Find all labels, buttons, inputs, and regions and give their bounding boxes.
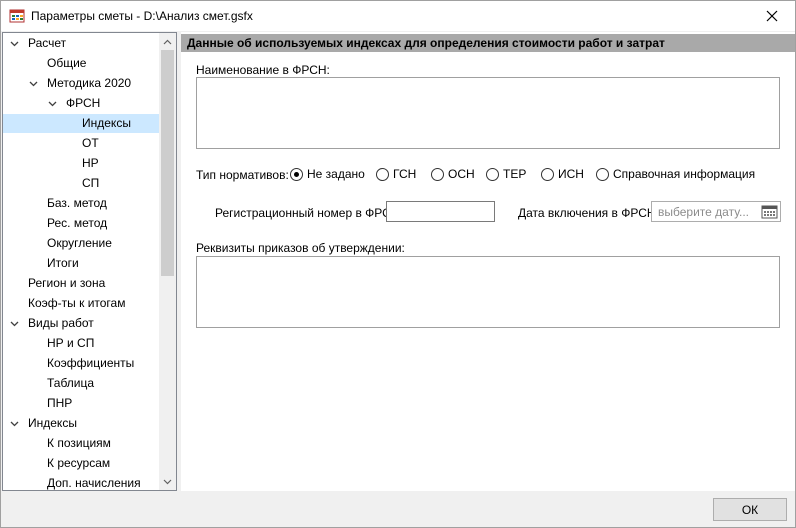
- requisites-field[interactable]: [196, 256, 780, 328]
- radio-label: ГСН: [393, 167, 417, 181]
- norm-type-ter-radio[interactable]: ТЕР: [486, 166, 526, 182]
- tree-item-label: ФРСН: [66, 96, 101, 110]
- radio-indicator: [541, 167, 554, 181]
- expand-chevron-icon[interactable]: [8, 314, 20, 333]
- tree-item-label: Коэф-ты к итогам: [28, 296, 126, 310]
- tree-item-label: Доп. начисления: [47, 476, 141, 490]
- frsn-name-field[interactable]: [196, 77, 780, 149]
- tree-item[interactable]: Коэффициенты: [3, 354, 159, 373]
- tree-item-label: ОТ: [82, 136, 99, 150]
- tree-item[interactable]: Методика 2020: [3, 74, 159, 93]
- tree-item-label: ПНР: [47, 396, 73, 410]
- tree-item-label: Округление: [47, 236, 112, 250]
- tree-item-label: Регион и зона: [28, 276, 106, 290]
- radio-indicator: [596, 167, 609, 181]
- chevron-down-icon: [163, 479, 172, 484]
- close-icon: [766, 10, 778, 22]
- tree-item-label: Баз. метод: [47, 196, 107, 210]
- close-button[interactable]: [749, 1, 795, 31]
- tree-item-label: СП: [82, 176, 100, 190]
- app-icon: [9, 9, 25, 23]
- tree-item[interactable]: НР и СП: [3, 334, 159, 353]
- scroll-thumb[interactable]: [161, 50, 174, 276]
- norm-type-osn-radio[interactable]: ОСН: [431, 166, 475, 182]
- expand-chevron-icon[interactable]: [27, 74, 39, 93]
- norm-type-label: Тип нормативов:: [196, 168, 289, 182]
- tree-item-label: Методика 2020: [47, 76, 132, 90]
- tree-item-label: НР: [82, 156, 99, 170]
- tree-item[interactable]: Коэф-ты к итогам: [3, 294, 159, 313]
- tree-scrollbar[interactable]: [159, 33, 176, 490]
- norm-type-gsn-radio[interactable]: ГСН: [376, 166, 416, 182]
- norm-type-isn-radio[interactable]: ИСН: [541, 166, 584, 182]
- radio-label: ИСН: [558, 167, 584, 181]
- expand-chevron-icon[interactable]: [46, 94, 58, 113]
- tree-item[interactable]: К ресурсам: [3, 454, 159, 473]
- tree-item-label: К позициям: [47, 436, 111, 450]
- tree-item-label: Итоги: [47, 256, 79, 270]
- radio-label: ОСН: [448, 167, 475, 181]
- index-data-panel: Данные об используемых индексах для опре…: [181, 32, 795, 491]
- tree-item-label: Общие: [47, 56, 87, 70]
- settings-tree[interactable]: Доп. начисления К ресурсам К позициям Индек…: [2, 32, 177, 491]
- frsn-name-label: Наименование в ФРСН:: [196, 63, 330, 77]
- reg-number-label: Регистрационный номер в ФРСН:: [215, 206, 403, 220]
- scroll-up-button[interactable]: [159, 33, 176, 50]
- tree-item-label: Таблица: [47, 376, 95, 390]
- tree-item[interactable]: Таблица: [3, 374, 159, 393]
- tree-item-label: Коэффициенты: [47, 356, 135, 370]
- tree-item-label: Рес. метод: [47, 216, 108, 230]
- radio-label: ТЕР: [503, 167, 527, 181]
- tree-item[interactable]: Виды работ: [3, 314, 159, 333]
- tree-item-label: К ресурсам: [47, 456, 111, 470]
- date-placeholder: выберите дату...: [658, 205, 750, 219]
- tree-item[interactable]: НР: [3, 154, 159, 173]
- window-title: Параметры сметы - D:\Анализ смет.gsfx: [31, 9, 253, 23]
- tree-item-label: Индексы: [3, 114, 159, 133]
- tree-item[interactable]: Баз. метод: [3, 194, 159, 213]
- settings-dialog: Параметры сметы - D:\Анализ смет.gsfx До…: [0, 0, 796, 528]
- tree-item-label: Индексы: [28, 416, 77, 430]
- expand-chevron-icon[interactable]: [8, 414, 20, 433]
- scroll-down-button[interactable]: [159, 473, 176, 490]
- panel-header: Данные об используемых индексах для опре…: [181, 34, 795, 52]
- tree-item[interactable]: ОТ: [3, 134, 159, 153]
- inclusion-date-label: Дата включения в ФРСН:: [518, 206, 659, 220]
- tree-item[interactable]: Расчет: [3, 34, 159, 53]
- tree-item-label: Виды работ: [28, 316, 94, 330]
- tree-item[interactable]: Индексы: [3, 114, 159, 133]
- radio-indicator: [486, 167, 499, 181]
- tree-item-label: Расчет: [28, 36, 67, 50]
- tree-item[interactable]: Округление: [3, 234, 159, 253]
- radio-indicator: [290, 167, 303, 181]
- inclusion-date-picker[interactable]: выберите дату...: [651, 201, 781, 222]
- tree-item[interactable]: Регион и зона: [3, 274, 159, 293]
- radio-label: Справочная информация: [613, 167, 756, 181]
- requisites-label: Реквизиты приказов об утверждении:: [196, 241, 405, 255]
- tree-item[interactable]: Рес. метод: [3, 214, 159, 233]
- tree-item[interactable]: ПНР: [3, 394, 159, 413]
- reg-number-input[interactable]: [386, 201, 495, 222]
- norm-type-reference-radio[interactable]: Справочная информация: [596, 166, 755, 182]
- tree-item[interactable]: К позициям: [3, 434, 159, 453]
- chevron-up-icon: [163, 39, 172, 44]
- ok-button[interactable]: ОК: [713, 498, 787, 521]
- tree-item[interactable]: Общие: [3, 54, 159, 73]
- tree-item[interactable]: ФРСН: [3, 94, 159, 113]
- radio-label: Не задано: [307, 167, 365, 181]
- tree-item[interactable]: Индексы: [3, 414, 159, 433]
- radio-indicator: [431, 167, 444, 181]
- tree-item-label: НР и СП: [47, 336, 95, 350]
- title-bar: Параметры сметы - D:\Анализ смет.gsfx: [1, 1, 795, 31]
- tree-item[interactable]: СП: [3, 174, 159, 193]
- expand-chevron-icon[interactable]: [8, 34, 20, 53]
- calendar-icon[interactable]: [761, 204, 778, 219]
- norm-type-not-set-radio[interactable]: Не задано: [290, 166, 365, 182]
- tree-item[interactable]: Итоги: [3, 254, 159, 273]
- tree-item[interactable]: Доп. начисления: [3, 474, 159, 490]
- radio-indicator: [376, 167, 389, 181]
